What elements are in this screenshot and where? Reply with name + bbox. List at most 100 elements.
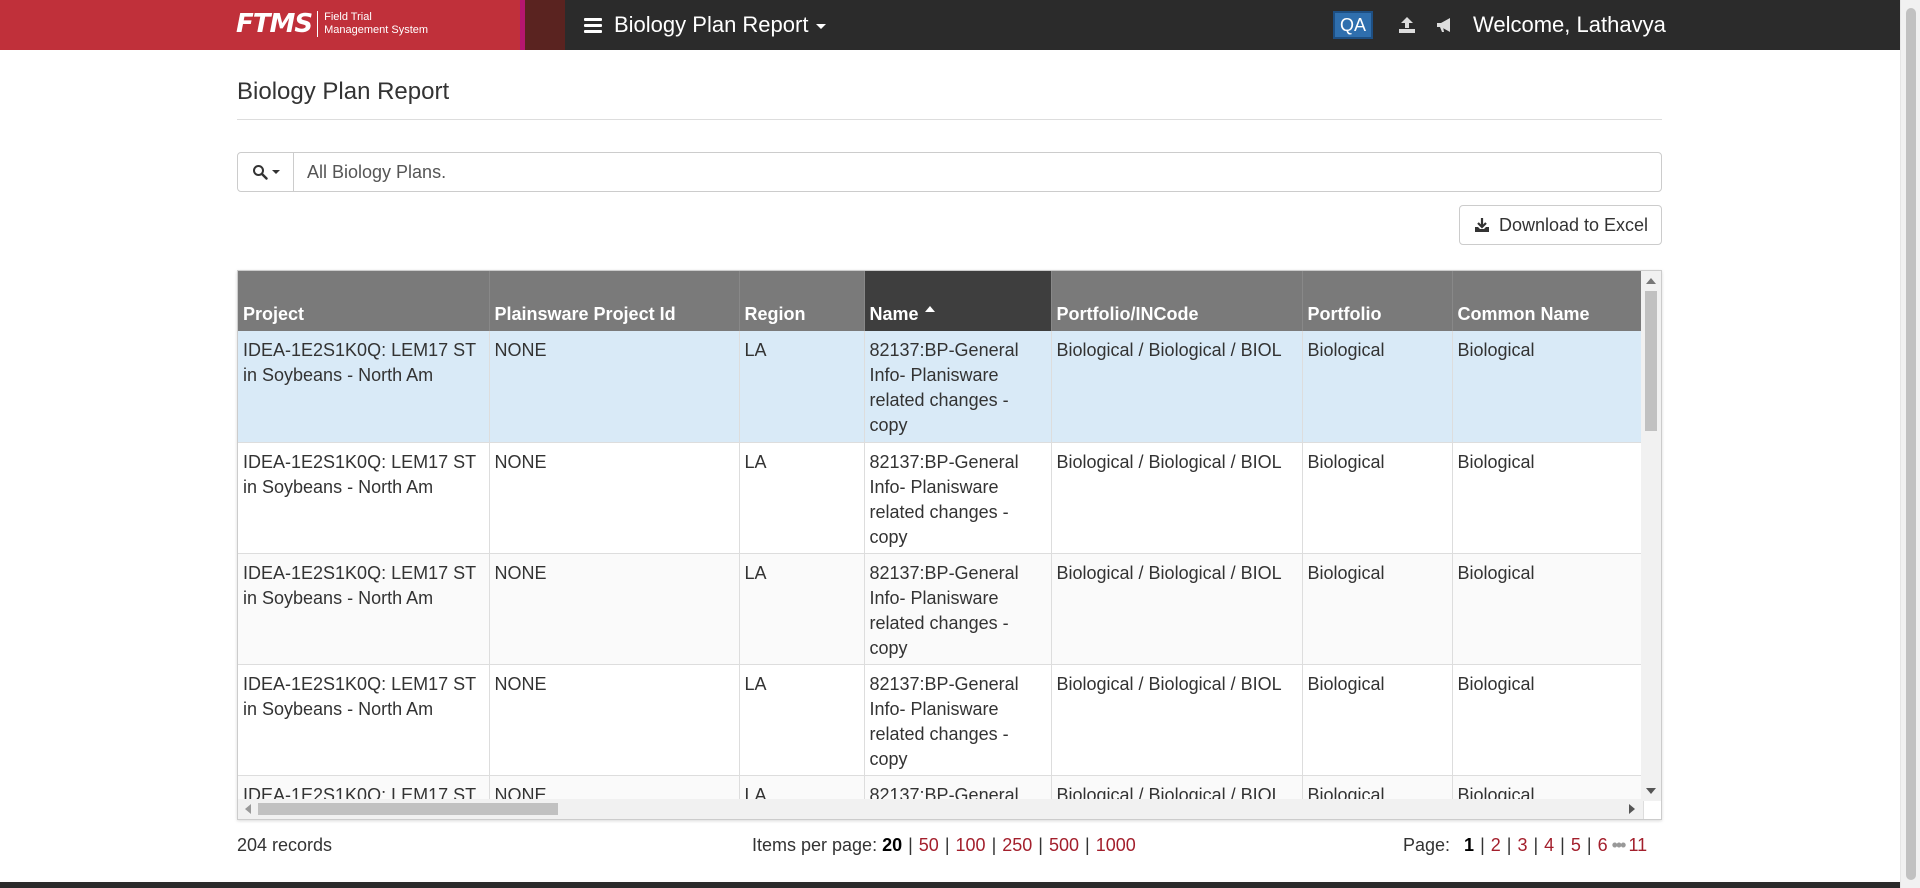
- download-icon: [1474, 218, 1489, 232]
- column-header-label: Common Name: [1457, 304, 1590, 324]
- announcement-icon[interactable]: [1433, 13, 1457, 37]
- items-per-page-option[interactable]: 100: [956, 835, 986, 856]
- column-header-label: Portfolio: [1307, 304, 1382, 324]
- items-per-page-option[interactable]: 500: [1049, 835, 1079, 856]
- brand-area: FTMS Field Trial Management System: [0, 0, 520, 50]
- page-label: Page:: [1403, 835, 1451, 855]
- page-link-last[interactable]: 11: [1628, 835, 1647, 856]
- page-scroll-thumb[interactable]: [1906, 8, 1916, 880]
- cell-plainsware-id: NONE: [489, 664, 740, 776]
- table-row[interactable]: IDEA-1E2S1K0Q: LEM17 ST in Soybeans - No…: [238, 553, 1644, 665]
- separator: |: [1586, 835, 1592, 855]
- page-link[interactable]: 2: [1491, 835, 1501, 856]
- scroll-down-icon[interactable]: [1646, 788, 1656, 794]
- page-link[interactable]: 6: [1598, 835, 1608, 856]
- column-header-region[interactable]: Region: [739, 271, 865, 331]
- record-count: 204 records: [237, 835, 333, 855]
- column-header-project[interactable]: Project: [238, 271, 490, 331]
- separator: |: [1560, 835, 1565, 855]
- chevron-down-icon: [816, 24, 827, 29]
- cell-common-name: Biological: [1452, 553, 1644, 665]
- separator: |: [1038, 835, 1043, 855]
- welcome-user[interactable]: Welcome, Lathavya: [1473, 0, 1666, 50]
- upload-icon[interactable]: [1395, 13, 1419, 37]
- separator: |: [1506, 835, 1512, 855]
- hamburger-icon: [584, 17, 602, 33]
- download-excel-button[interactable]: Download to Excel: [1459, 205, 1662, 245]
- page-scrollbar[interactable]: [1900, 0, 1920, 888]
- cell-region: LA: [739, 442, 865, 554]
- scroll-up-icon[interactable]: [1646, 278, 1656, 284]
- cell-region: LA: [739, 331, 865, 443]
- cell-project: IDEA-1E2S1K0Q: LEM17 ST in Soybeans - No…: [238, 664, 490, 776]
- cell-plainsware-id: NONE: [489, 442, 740, 554]
- ftms-logo[interactable]: FTMS Field Trial Management System: [236, 9, 428, 39]
- separator: |: [991, 835, 997, 855]
- column-header-label: Project: [243, 304, 305, 324]
- column-header-label: Portfolio/INCode: [1056, 304, 1199, 324]
- search-input[interactable]: [294, 153, 1661, 191]
- sort-ascending-icon: [924, 306, 935, 312]
- logo-divider: [317, 11, 319, 37]
- table-row[interactable]: IDEA-1E2S1K0Q: LEM17 ST in Soybeans - No…: [238, 331, 1644, 443]
- column-header-portfolio[interactable]: Portfolio: [1302, 271, 1453, 331]
- cell-project: IDEA-1E2S1K0Q: LEM17 ST in Soybeans - No…: [238, 442, 490, 554]
- horizontal-scroll-thumb[interactable]: [258, 803, 558, 815]
- column-header-name[interactable]: Name: [864, 271, 1052, 331]
- report-menu-title: Biology Plan Report: [614, 12, 809, 37]
- separator: |: [908, 835, 913, 855]
- separator: |: [944, 835, 950, 855]
- cell-portfolio-incode: Biological / Biological / BIOL: [1051, 553, 1303, 665]
- separator: |: [1480, 835, 1485, 855]
- cell-region: LA: [739, 553, 865, 665]
- page-link[interactable]: 5: [1571, 835, 1581, 856]
- cell-portfolio: Biological: [1302, 553, 1453, 665]
- column-header-portfolio-incode[interactable]: Portfolio/INCode: [1051, 271, 1303, 331]
- cell-region: LA: [739, 664, 865, 776]
- table-row[interactable]: IDEA-1E2S1K0Q: LEM17 ST in Soybeans - No…: [238, 664, 1644, 776]
- search-icon: [252, 165, 268, 180]
- search-bar: [237, 152, 1662, 192]
- items-per-page-option[interactable]: 250: [1002, 835, 1032, 856]
- environment-badge[interactable]: QA: [1333, 11, 1374, 39]
- cell-portfolio: Biological: [1302, 331, 1453, 443]
- brand-stripe-dark: [525, 0, 565, 50]
- cell-portfolio-incode: Biological / Biological / BIOL: [1051, 331, 1303, 443]
- scroll-left-icon[interactable]: [245, 804, 251, 814]
- logo-subtitle-line-2: Management System: [324, 24, 429, 36]
- table-vertical-scrollbar[interactable]: [1641, 271, 1661, 801]
- table-horizontal-scrollbar[interactable]: [238, 799, 1643, 819]
- report-table: Project Plainsware Project Id Region Nam…: [237, 270, 1662, 820]
- vertical-scroll-thumb[interactable]: [1645, 291, 1657, 431]
- column-header-common-name[interactable]: Common Name: [1452, 271, 1644, 331]
- report-menu-dropdown[interactable]: Biology Plan Report: [584, 0, 827, 50]
- logo-subtitle-line-1: Field Trial: [324, 11, 372, 23]
- page-link-current[interactable]: 1: [1464, 835, 1474, 856]
- table-row[interactable]: IDEA-1E2S1K0Q: LEM17 ST in Soybeans - No…: [238, 442, 1644, 554]
- cell-portfolio-incode: Biological / Biological / BIOL: [1051, 664, 1303, 776]
- logo-text: FTMS: [236, 9, 313, 39]
- chevron-down-icon: [271, 170, 280, 174]
- column-header-label: Plainsware Project Id: [494, 304, 676, 324]
- items-per-page-option[interactable]: 20: [882, 835, 902, 856]
- bottom-bar: [0, 882, 1900, 888]
- cell-project: IDEA-1E2S1K0Q: LEM17 ST in Soybeans - No…: [238, 553, 490, 665]
- page-link[interactable]: 4: [1544, 835, 1554, 856]
- cell-common-name: Biological: [1452, 331, 1644, 443]
- items-per-page-option[interactable]: 1000: [1096, 835, 1136, 856]
- cell-common-name: Biological: [1452, 442, 1644, 554]
- cell-plainsware-id: NONE: [489, 331, 740, 443]
- page-title: Biology Plan Report: [237, 78, 450, 105]
- column-header-plainsware-project-id[interactable]: Plainsware Project Id: [489, 271, 740, 331]
- search-options-button[interactable]: [238, 153, 294, 191]
- items-per-page-option[interactable]: 50: [919, 835, 939, 856]
- separator: |: [1085, 835, 1090, 855]
- cell-name: 82137:BP-General Info- Planisware relate…: [864, 553, 1052, 665]
- scroll-right-icon[interactable]: [1629, 804, 1635, 814]
- pagination: Page: 1 | 2 | 3 | 4 | 5 | 6 ••• 11: [1403, 835, 1647, 856]
- page-link[interactable]: 3: [1517, 835, 1527, 856]
- column-header-label: Region: [744, 304, 806, 324]
- cell-portfolio: Biological: [1302, 664, 1453, 776]
- download-label: Download to Excel: [1498, 214, 1649, 235]
- separator: |: [1533, 835, 1539, 855]
